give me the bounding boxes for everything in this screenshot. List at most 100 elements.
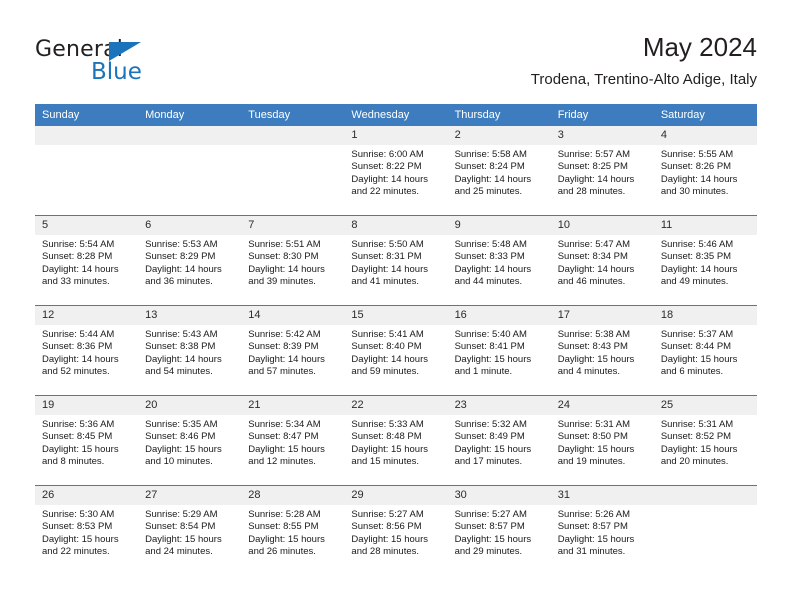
- calendar-day-cell[interactable]: 20 Sunrise: 5:35 AM Sunset: 8:46 PM Dayligh…: [138, 395, 242, 486]
- calendar-day-cell[interactable]: 18 Sunrise: 5:37 AM Sunset: 8:44 PM Dayligh…: [653, 305, 757, 396]
- calendar-day-cell[interactable]: 30 Sunrise: 5:27 AM Sunset: 8:57 PM Dayligh…: [447, 485, 551, 575]
- day-daylight1-text: Daylight: 14 hours: [660, 173, 738, 185]
- day-number: 24: [550, 396, 654, 415]
- day-daylight1-text: Daylight: 15 hours: [557, 353, 635, 365]
- day-number: 2: [447, 126, 551, 145]
- day-details: Sunrise: 5:29 AM Sunset: 8:54 PM Daylight:…: [138, 505, 241, 558]
- day-cell-inner: 8 Sunrise: 5:50 AM Sunset: 8:31 PM Daylight…: [344, 216, 448, 305]
- calendar-day-cell[interactable]: 24 Sunrise: 5:31 AM Sunset: 8:50 PM Dayligh…: [550, 395, 654, 486]
- calendar-day-cell[interactable]: 31 Sunrise: 5:26 AM Sunset: 8:57 PM Dayligh…: [550, 485, 654, 575]
- day-cell-inner: [35, 126, 139, 215]
- calendar-day-cell[interactable]: 22 Sunrise: 5:33 AM Sunset: 8:48 PM Dayligh…: [344, 395, 448, 486]
- day-daylight1-text: Daylight: 14 hours: [351, 263, 428, 275]
- calendar-day-cell[interactable]: 29 Sunrise: 5:27 AM Sunset: 8:56 PM Dayligh…: [344, 485, 448, 575]
- calendar-day-cell[interactable]: 12 Sunrise: 5:44 AM Sunset: 8:36 PM Dayligh…: [35, 305, 139, 396]
- calendar-week-row: 1 Sunrise: 6:00 AM Sunset: 8:22 PM Daylight…: [35, 126, 757, 216]
- day-sunrise-text: Sunrise: 5:41 AM: [351, 329, 424, 340]
- day-sunrise-text: Sunrise: 5:30 AM: [42, 509, 115, 520]
- calendar-day-cell[interactable]: 15 Sunrise: 5:41 AM Sunset: 8:40 PM Dayligh…: [344, 305, 448, 396]
- day-cell-inner: 19 Sunrise: 5:36 AM Sunset: 8:45 PM Dayligh…: [35, 396, 139, 485]
- day-daylight1-text: Daylight: 15 hours: [557, 533, 635, 545]
- day-sunrise-text: Sunrise: 5:28 AM: [248, 509, 321, 520]
- day-number: 28: [241, 486, 345, 505]
- day-sunrise-text: Sunrise: 5:50 AM: [351, 239, 424, 250]
- day-daylight1-text: Daylight: 14 hours: [42, 353, 119, 365]
- day-details: Sunrise: 5:27 AM Sunset: 8:57 PM Daylight:…: [448, 505, 551, 558]
- calendar-day-cell[interactable]: 21 Sunrise: 5:34 AM Sunset: 8:47 PM Dayligh…: [241, 395, 345, 486]
- day-daylight1-text: Daylight: 15 hours: [660, 353, 738, 365]
- day-details: Sunrise: 5:37 AM Sunset: 8:44 PM Daylight:…: [654, 325, 757, 378]
- day-details: Sunrise: 5:47 AM Sunset: 8:34 PM Daylight:…: [551, 235, 654, 288]
- day-number: 11: [653, 216, 757, 235]
- day-number: 5: [35, 216, 139, 235]
- day-daylight2-text: and 17 minutes.: [454, 455, 523, 467]
- day-daylight1-text: Daylight: 15 hours: [42, 443, 119, 455]
- general-blue-logo[interactable]: General Blue: [35, 37, 235, 89]
- day-sunset-text: Sunset: 8:49 PM: [454, 431, 525, 443]
- calendar-day-cell[interactable]: 6 Sunrise: 5:53 AM Sunset: 8:29 PM Daylight…: [138, 215, 242, 306]
- day-sunset-text: Sunset: 8:36 PM: [42, 341, 113, 353]
- calendar-cell-empty: [138, 126, 242, 216]
- page-title: May 2024: [642, 32, 757, 62]
- day-sunrise-text: Sunrise: 5:31 AM: [557, 419, 631, 430]
- calendar-day-cell[interactable]: 17 Sunrise: 5:38 AM Sunset: 8:43 PM Dayligh…: [550, 305, 654, 396]
- day-details: Sunrise: 5:28 AM Sunset: 8:55 PM Daylight:…: [241, 505, 344, 558]
- day-cell-inner: 14 Sunrise: 5:42 AM Sunset: 8:39 PM Dayligh…: [241, 306, 345, 395]
- day-daylight2-text: and 31 minutes.: [557, 545, 626, 557]
- weekday-header-wednesday: Wednesday: [344, 104, 448, 126]
- calendar-page: General Blue May 2024 Trodena, Trentino-…: [0, 0, 792, 612]
- day-cell-inner: 15 Sunrise: 5:41 AM Sunset: 8:40 PM Dayligh…: [344, 306, 448, 395]
- day-number: 8: [344, 216, 448, 235]
- title-block: May 2024 Trodena, Trentino-Alto Adige, I…: [531, 31, 757, 91]
- calendar-day-cell[interactable]: 14 Sunrise: 5:42 AM Sunset: 8:39 PM Dayligh…: [241, 305, 345, 396]
- calendar-day-cell[interactable]: 27 Sunrise: 5:29 AM Sunset: 8:54 PM Dayligh…: [138, 485, 242, 575]
- calendar-day-cell[interactable]: 26 Sunrise: 5:30 AM Sunset: 8:53 PM Dayligh…: [35, 485, 139, 575]
- day-daylight1-text: Daylight: 15 hours: [454, 353, 532, 365]
- calendar-week-row: 5 Sunrise: 5:54 AM Sunset: 8:28 PM Daylight…: [35, 215, 757, 306]
- day-details: Sunrise: 5:32 AM Sunset: 8:49 PM Daylight:…: [448, 415, 551, 468]
- day-cell-inner: 11 Sunrise: 5:46 AM Sunset: 8:35 PM Dayligh…: [653, 216, 757, 305]
- calendar-day-cell[interactable]: 23 Sunrise: 5:32 AM Sunset: 8:49 PM Dayligh…: [447, 395, 551, 486]
- day-daylight2-text: and 28 minutes.: [351, 545, 420, 557]
- weekday-header-friday: Friday: [550, 104, 654, 126]
- day-details: Sunrise: 5:51 AM Sunset: 8:30 PM Daylight:…: [241, 235, 344, 288]
- weekday-header-row: Sunday Monday Tuesday Wednesday Thursday…: [35, 104, 757, 126]
- calendar-day-cell[interactable]: 25 Sunrise: 5:31 AM Sunset: 8:52 PM Dayligh…: [653, 395, 757, 486]
- day-number: [653, 486, 757, 505]
- day-number: 3: [550, 126, 654, 145]
- calendar-day-cell[interactable]: 7 Sunrise: 5:51 AM Sunset: 8:30 PM Daylight…: [241, 215, 345, 306]
- day-number: 17: [550, 306, 654, 325]
- calendar-day-cell[interactable]: 9 Sunrise: 5:48 AM Sunset: 8:33 PM Daylight…: [447, 215, 551, 306]
- day-sunrise-text: Sunrise: 5:44 AM: [42, 329, 115, 340]
- calendar-day-cell[interactable]: 16 Sunrise: 5:40 AM Sunset: 8:41 PM Dayligh…: [447, 305, 551, 396]
- calendar-day-cell[interactable]: 11 Sunrise: 5:46 AM Sunset: 8:35 PM Dayligh…: [653, 215, 757, 306]
- day-daylight2-text: and 49 minutes.: [660, 275, 729, 287]
- day-number: 23: [447, 396, 551, 415]
- calendar-day-cell[interactable]: 3 Sunrise: 5:57 AM Sunset: 8:25 PM Daylight…: [550, 126, 654, 216]
- calendar-day-cell[interactable]: 8 Sunrise: 5:50 AM Sunset: 8:31 PM Daylight…: [344, 215, 448, 306]
- calendar-day-cell[interactable]: 28 Sunrise: 5:28 AM Sunset: 8:55 PM Dayligh…: [241, 485, 345, 575]
- day-details: Sunrise: 5:27 AM Sunset: 8:56 PM Daylight:…: [344, 505, 447, 558]
- calendar-day-cell[interactable]: 4 Sunrise: 5:55 AM Sunset: 8:26 PM Daylight…: [653, 126, 757, 216]
- calendar-day-cell[interactable]: 5 Sunrise: 5:54 AM Sunset: 8:28 PM Daylight…: [35, 215, 139, 306]
- day-daylight2-text: and 22 minutes.: [351, 185, 420, 197]
- day-details: Sunrise: 5:50 AM Sunset: 8:31 PM Daylight:…: [344, 235, 447, 288]
- day-sunset-text: Sunset: 8:45 PM: [42, 431, 113, 443]
- day-daylight2-text: and 22 minutes.: [42, 545, 110, 557]
- day-number: 25: [653, 396, 757, 415]
- calendar-day-cell[interactable]: 13 Sunrise: 5:43 AM Sunset: 8:38 PM Dayligh…: [138, 305, 242, 396]
- day-sunrise-text: Sunrise: 5:37 AM: [660, 329, 734, 340]
- day-number: 20: [138, 396, 242, 415]
- calendar-day-cell[interactable]: 1 Sunrise: 6:00 AM Sunset: 8:22 PM Daylight…: [344, 126, 448, 216]
- calendar-day-cell[interactable]: 19 Sunrise: 5:36 AM Sunset: 8:45 PM Dayligh…: [35, 395, 139, 486]
- calendar-day-cell[interactable]: 2 Sunrise: 5:58 AM Sunset: 8:24 PM Daylight…: [447, 126, 551, 216]
- calendar-week-row: 26 Sunrise: 5:30 AM Sunset: 8:53 PM Dayligh…: [35, 485, 757, 575]
- day-cell-inner: 28 Sunrise: 5:28 AM Sunset: 8:55 PM Dayligh…: [241, 486, 345, 575]
- day-daylight2-text: and 41 minutes.: [351, 275, 420, 287]
- day-details: Sunrise: 5:31 AM Sunset: 8:50 PM Daylight:…: [551, 415, 654, 468]
- day-daylight1-text: Daylight: 14 hours: [42, 263, 119, 275]
- calendar-day-cell[interactable]: 10 Sunrise: 5:47 AM Sunset: 8:34 PM Dayligh…: [550, 215, 654, 306]
- day-number: 18: [653, 306, 757, 325]
- day-sunrise-text: Sunrise: 5:36 AM: [42, 419, 115, 430]
- day-number: 9: [447, 216, 551, 235]
